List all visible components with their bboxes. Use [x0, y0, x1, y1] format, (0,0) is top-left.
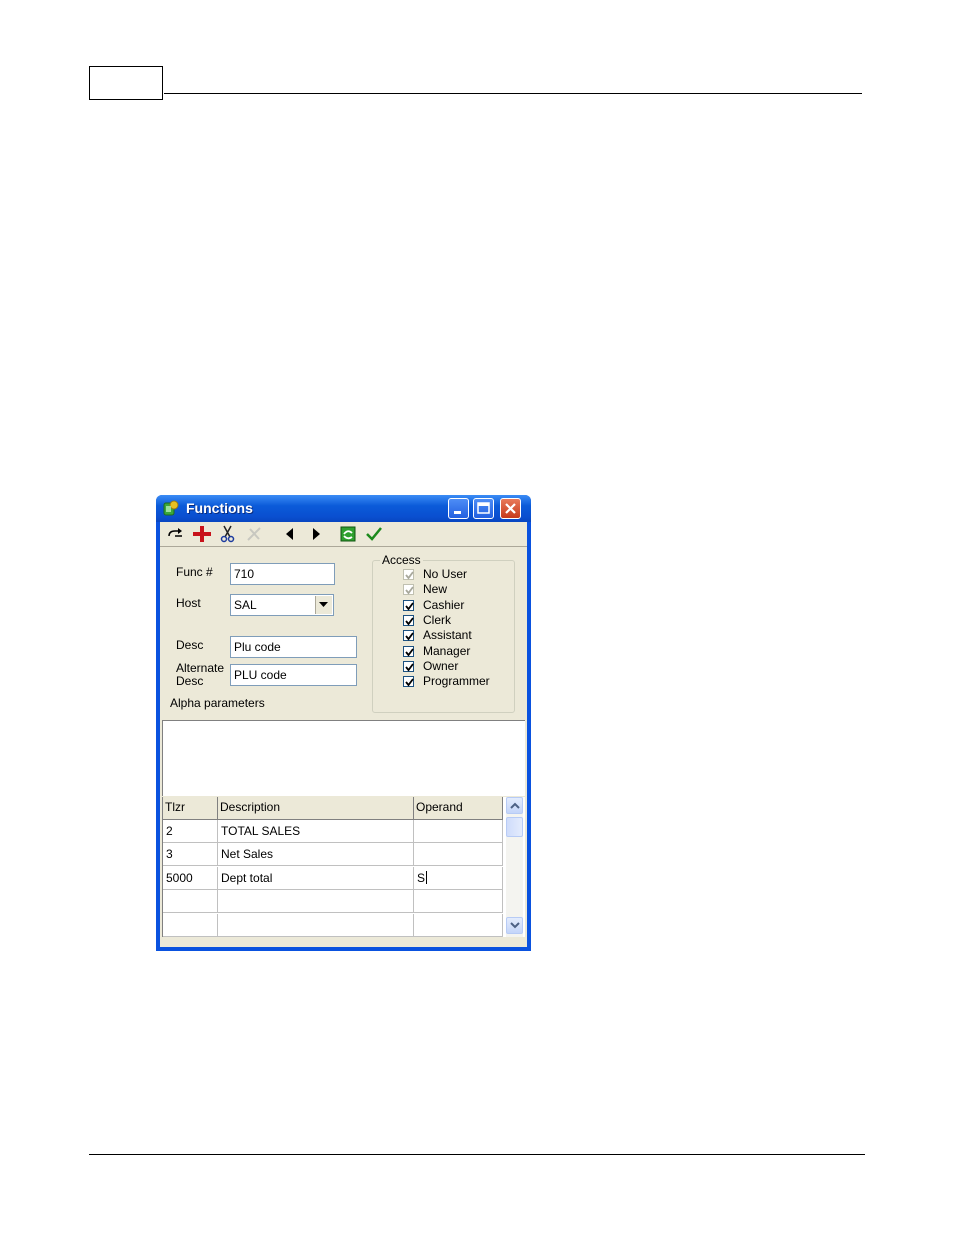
maximize-icon: [477, 502, 490, 514]
maximize-button[interactable]: [473, 498, 494, 519]
table-cell[interactable]: [414, 820, 503, 843]
access-checkbox-label: Programmer: [423, 674, 490, 689]
delete-icon[interactable]: [244, 525, 264, 543]
alpha-parameters-label: Alpha parameters: [170, 696, 265, 710]
host-select-value: SAL: [234, 598, 257, 612]
next-icon[interactable]: [306, 525, 326, 543]
table-cell[interactable]: Dept total: [218, 866, 414, 890]
alternate-desc-label-line1: Alternate: [176, 661, 225, 675]
checkbox[interactable]: [403, 630, 414, 642]
status-bar: [160, 939, 527, 947]
cell-text: 2: [166, 824, 173, 838]
access-checkbox-label: New: [423, 582, 448, 597]
grid-vertical-scrollbar[interactable]: [506, 797, 523, 937]
app-icon: [163, 500, 179, 516]
table-cell[interactable]: S: [414, 866, 503, 890]
checkbox[interactable]: [403, 569, 414, 580]
page-number-box: [89, 66, 163, 100]
close-button[interactable]: [500, 498, 521, 519]
table-cell[interactable]: 5000: [163, 866, 218, 890]
cell-text: TOTAL SALES: [221, 824, 301, 838]
column-header-description[interactable]: Description: [218, 797, 414, 820]
checkmark-icon: [405, 586, 414, 595]
parameters-grid: Tlzr Description Operand 2 TOTAL SALES 3 Ne…: [162, 797, 525, 937]
table-cell[interactable]: [163, 890, 218, 914]
table-cell[interactable]: 2: [163, 820, 218, 843]
access-checkbox-label: Owner: [423, 658, 459, 673]
cell-text: 5000: [166, 870, 193, 885]
checkmark-icon: [405, 663, 414, 672]
table-cell[interactable]: 3: [163, 843, 218, 867]
desc-label: Desc: [176, 638, 204, 652]
table-cell[interactable]: TOTAL SALES: [218, 820, 414, 843]
host-dropdown-button[interactable]: [315, 596, 332, 614]
alternate-desc-field[interactable]: PLU code: [230, 664, 357, 686]
column-header-operand[interactable]: Operand: [414, 797, 503, 820]
chevron-down-icon: [510, 922, 520, 929]
scroll-thumb[interactable]: [506, 817, 523, 837]
checkmark-icon: [405, 617, 414, 626]
previous-icon[interactable]: [280, 525, 300, 543]
functions-window: Functions Func # 710 Host SAL Desc Plu c…: [156, 495, 531, 951]
access-checkbox-label: Clerk: [423, 612, 452, 627]
footer-rule: [89, 1154, 865, 1155]
scroll-up-button[interactable]: [506, 797, 523, 814]
window-title: Functions: [186, 500, 253, 516]
access-checkbox-label: Manager: [423, 643, 471, 658]
host-select[interactable]: SAL: [230, 594, 334, 616]
chevron-up-icon: [510, 802, 520, 809]
column-header-tlzr[interactable]: Tlzr: [163, 797, 218, 820]
minimize-button[interactable]: [448, 498, 469, 519]
function-form: Func # 710 Host SAL Desc Plu code Altern…: [160, 547, 527, 719]
access-groupbox-title: Access: [380, 553, 423, 567]
confirm-icon[interactable]: [364, 525, 384, 543]
alternate-desc-label-line2: Desc: [176, 674, 204, 688]
cell-text: S: [417, 870, 426, 885]
table-cell[interactable]: Net Sales: [218, 843, 414, 867]
header-rule: [164, 93, 862, 94]
checkbox[interactable]: [403, 645, 414, 657]
text-cursor: [426, 870, 428, 884]
table-cell[interactable]: [218, 890, 414, 914]
checkbox[interactable]: [403, 660, 414, 672]
cell-text: 3: [166, 847, 173, 862]
checkmark-icon: [405, 602, 414, 611]
close-icon: [505, 503, 516, 514]
checkmark-icon: [405, 678, 414, 687]
desc-field[interactable]: Plu code: [230, 636, 357, 658]
checkbox[interactable]: [403, 584, 414, 596]
checkmark-icon: [405, 647, 414, 656]
access-checkbox-label: Assistant: [423, 628, 472, 643]
table-cell[interactable]: [414, 913, 503, 937]
table-cell[interactable]: [218, 913, 414, 937]
func-number-field[interactable]: 710: [230, 563, 335, 585]
redo-icon[interactable]: [166, 525, 186, 543]
host-label: Host: [176, 596, 201, 610]
scroll-down-button[interactable]: [506, 917, 523, 934]
table-cell[interactable]: [414, 843, 503, 867]
table-cell[interactable]: [414, 890, 503, 914]
cut-icon[interactable]: [218, 525, 238, 543]
checkbox[interactable]: [403, 676, 414, 688]
checkmark-icon: [405, 632, 414, 641]
title-bar[interactable]: Functions: [156, 495, 531, 522]
cell-text: Dept total: [221, 870, 273, 885]
table-cell[interactable]: [163, 913, 218, 937]
chevron-down-icon: [319, 602, 328, 607]
refresh-icon[interactable]: [338, 525, 358, 543]
access-checkbox-label: Cashier: [423, 597, 465, 612]
func-label: Func #: [176, 565, 213, 579]
checkbox[interactable]: [403, 599, 414, 611]
checkmark-icon: [405, 571, 414, 580]
window-client-area: Func # 710 Host SAL Desc Plu code Altern…: [160, 522, 527, 947]
add-icon[interactable]: [192, 525, 212, 543]
cell-text: Net Sales: [221, 847, 274, 862]
access-checkbox-label: No User: [423, 567, 468, 581]
toolbar: [160, 522, 527, 547]
checkbox[interactable]: [403, 614, 414, 626]
minimize-icon: [454, 511, 461, 514]
alpha-parameters-memo[interactable]: [162, 720, 525, 796]
